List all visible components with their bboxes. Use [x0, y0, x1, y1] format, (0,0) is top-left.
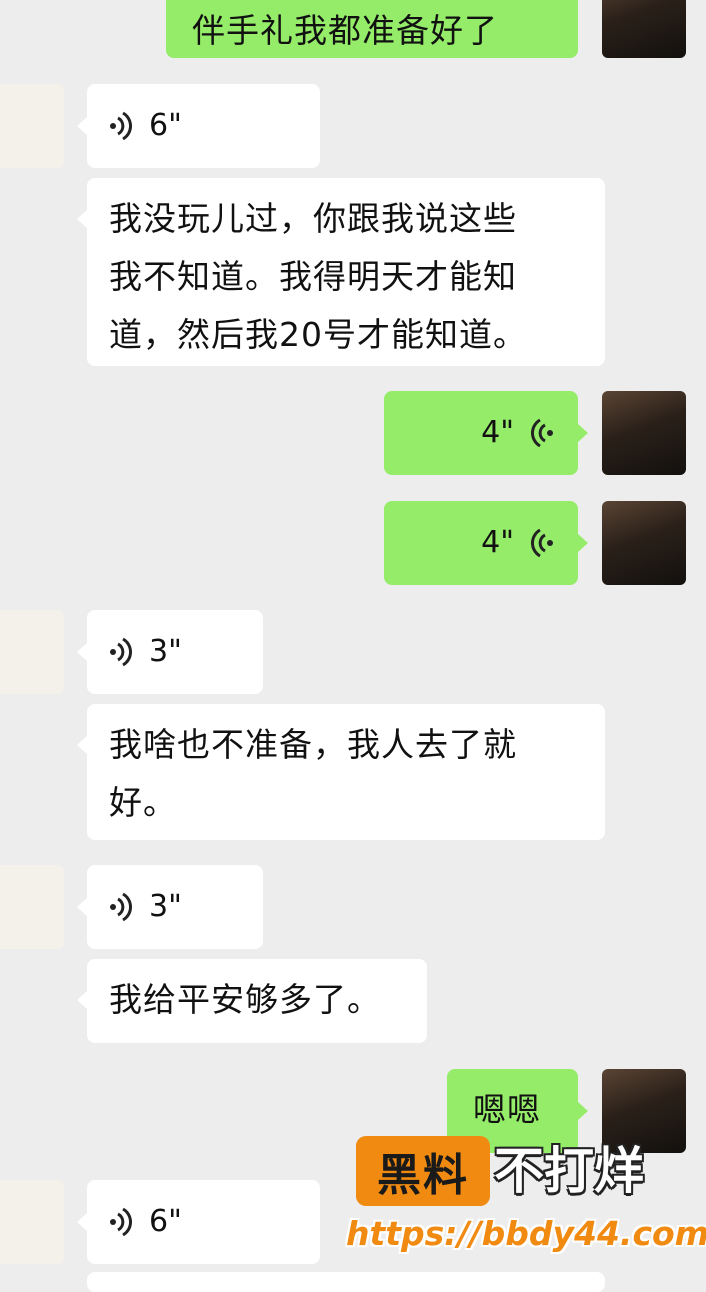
contact-avatar[interactable]	[0, 1180, 64, 1264]
my-avatar[interactable]	[602, 391, 686, 475]
message-text-line: 我没玩儿过，你跟我说这些	[109, 199, 517, 238]
bubble-tail	[77, 643, 87, 661]
contact-avatar[interactable]	[0, 610, 64, 694]
voice-duration: 3"	[149, 889, 182, 924]
bubble-tail	[77, 898, 87, 916]
voice-wave-icon	[530, 418, 553, 448]
bubble-tail	[77, 210, 87, 228]
voice-message-bubble-sent[interactable]: 4"	[384, 391, 578, 475]
message-text-line: 道，然后我20号才能知道。	[109, 315, 527, 354]
contact-avatar[interactable]	[0, 84, 64, 168]
message-bubble-partial	[87, 1272, 605, 1292]
bubble-tail	[77, 736, 87, 754]
voice-wave-icon	[110, 1207, 133, 1237]
voice-wave-icon	[110, 892, 133, 922]
message-bubble-received[interactable]: 我啥也不准备，我人去了就 好。	[87, 704, 605, 840]
message-text-line: 我啥也不准备，我人去了就	[109, 725, 517, 764]
message-text-line: 我不知道。我得明天才能知	[109, 257, 517, 296]
voice-message-bubble[interactable]: 6"	[87, 84, 320, 168]
voice-wave-icon	[110, 637, 133, 667]
my-avatar[interactable]	[602, 0, 686, 58]
message-bubble-received[interactable]: 我给平安够多了。	[87, 959, 427, 1043]
watermark-text: 不打烊	[494, 1142, 644, 1200]
message-text: 伴手礼我都准备好了	[192, 11, 498, 50]
bubble-tail	[578, 1102, 588, 1120]
voice-message-bubble-sent[interactable]: 4"	[384, 501, 578, 585]
bubble-tail	[578, 534, 588, 552]
watermark-url: https://bbdy44.com	[346, 1214, 706, 1253]
message-bubble-received[interactable]: 我没玩儿过，你跟我说这些 我不知道。我得明天才能知 道，然后我20号才能知道。	[87, 178, 605, 366]
voice-message-bubble[interactable]: 3"	[87, 610, 263, 694]
bubble-tail	[77, 1213, 87, 1231]
voice-duration: 6"	[149, 1204, 182, 1239]
message-text: 嗯嗯	[473, 1090, 541, 1129]
voice-duration: 6"	[149, 108, 182, 143]
message-bubble-sent[interactable]: 伴手礼我都准备好了	[166, 0, 578, 58]
my-avatar[interactable]	[602, 501, 686, 585]
bubble-tail	[77, 991, 87, 1009]
message-text-line: 好。	[109, 783, 177, 822]
bubble-tail	[578, 424, 588, 442]
voice-duration: 3"	[149, 634, 182, 669]
watermark-badge: 黑料	[356, 1136, 490, 1206]
voice-duration: 4"	[481, 415, 514, 450]
voice-message-bubble[interactable]: 6"	[87, 1180, 320, 1264]
voice-wave-icon	[110, 111, 133, 141]
voice-duration: 4"	[481, 525, 514, 560]
contact-avatar[interactable]	[0, 865, 64, 949]
message-text: 我给平安够多了。	[109, 980, 381, 1019]
voice-wave-icon	[530, 528, 553, 558]
voice-message-bubble[interactable]: 3"	[87, 865, 263, 949]
bubble-tail	[77, 117, 87, 135]
watermark-badge-text: 黑料	[377, 1150, 469, 1201]
